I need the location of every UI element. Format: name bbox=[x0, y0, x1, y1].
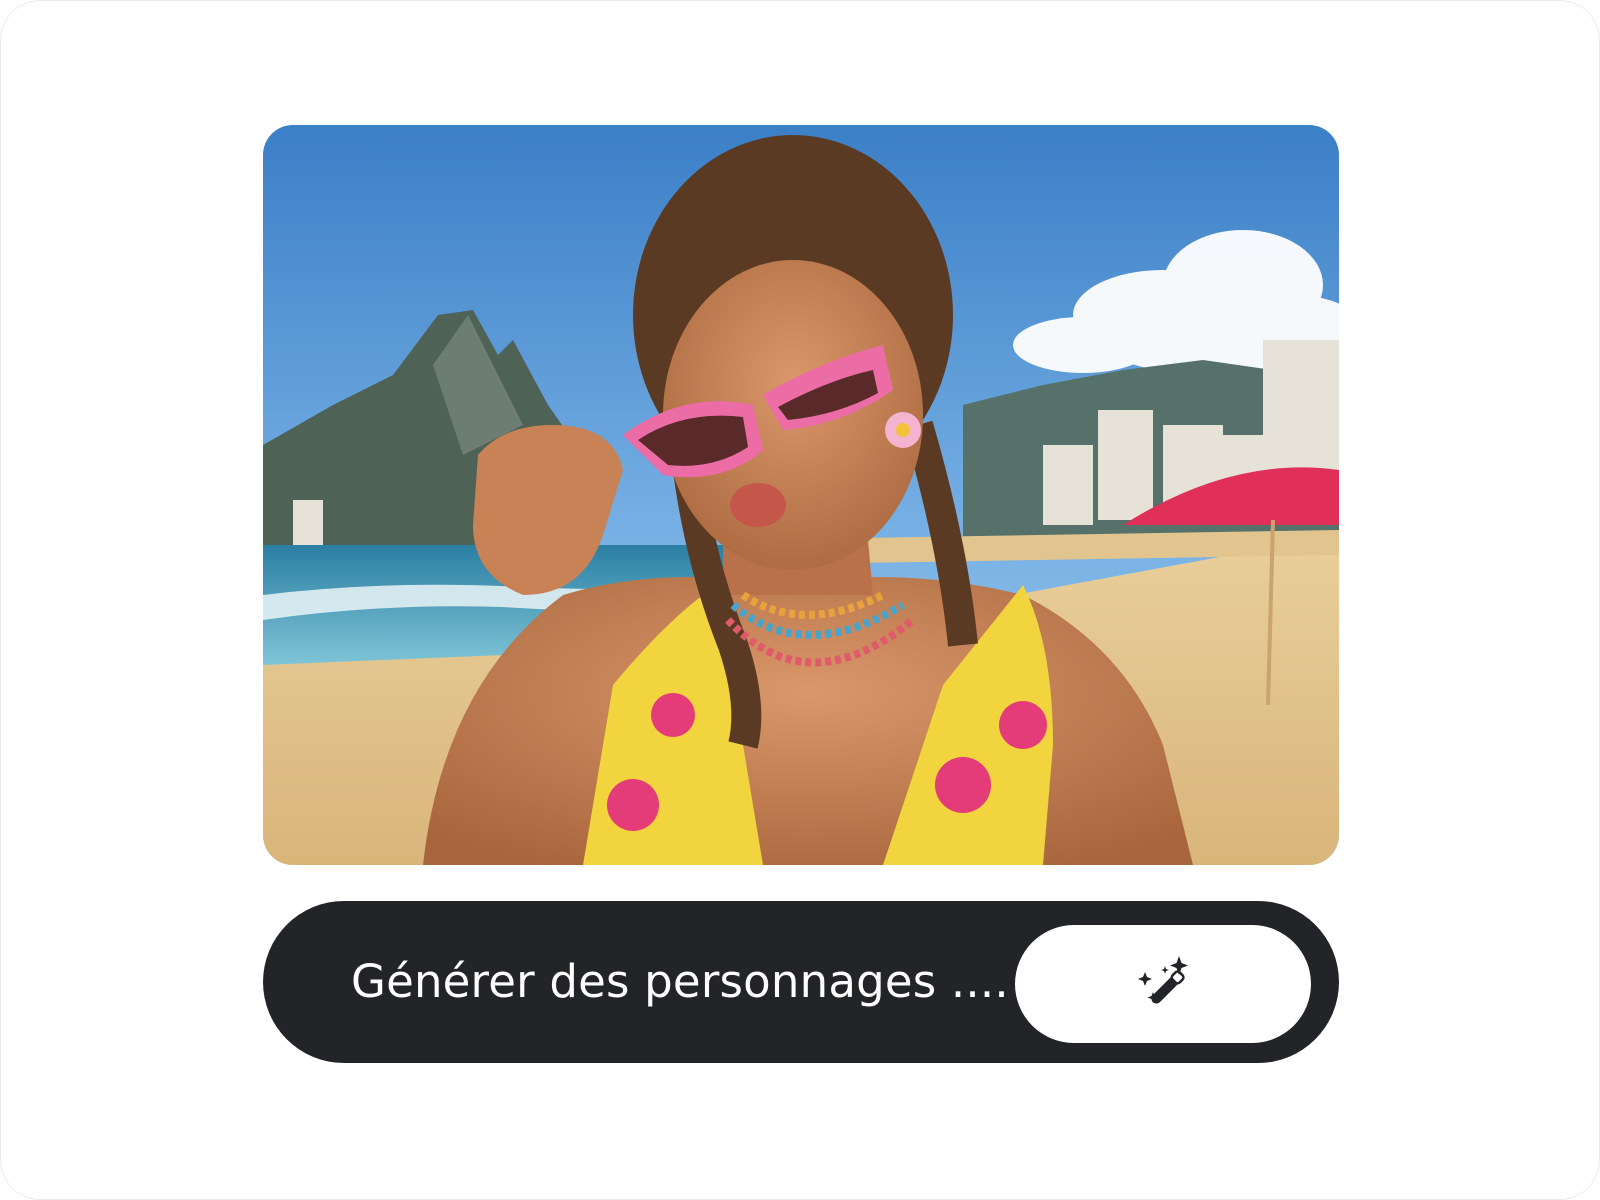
prompt-text: Générer des personnages .... bbox=[351, 955, 1009, 1008]
generate-button[interactable] bbox=[1015, 925, 1311, 1043]
magic-wand-sparkles-icon bbox=[1138, 956, 1188, 1004]
prompt-bar: Générer des personnages .... bbox=[263, 901, 1339, 1063]
app-card: Générer des personnages .... bbox=[0, 0, 1600, 1200]
beach-portrait-photo bbox=[263, 125, 1339, 865]
generated-image bbox=[263, 125, 1339, 865]
